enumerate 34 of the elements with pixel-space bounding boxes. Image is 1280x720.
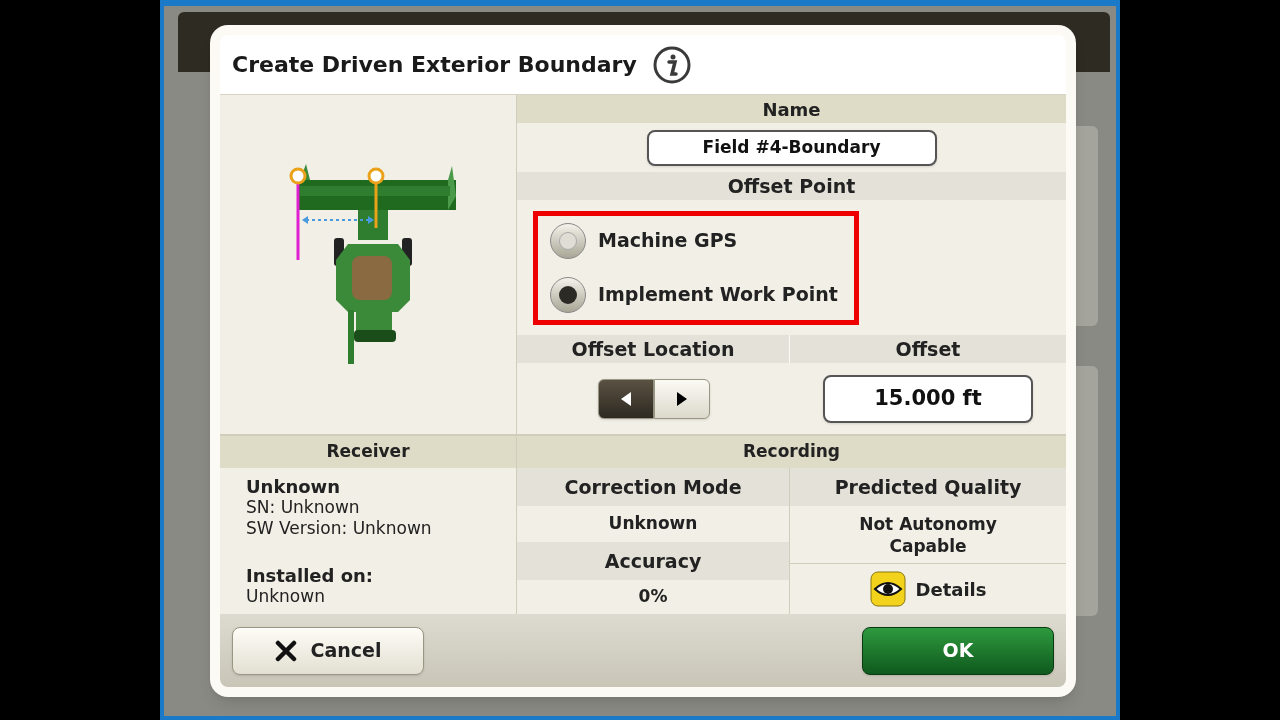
eye-icon	[869, 571, 906, 607]
column-header: Predicted Quality	[790, 468, 1066, 506]
radio-option[interactable]: Implement Work Point	[550, 276, 854, 313]
offset-field[interactable]: 15.000 ft	[823, 374, 1033, 423]
serial-number: SN: Unknown	[246, 497, 361, 518]
right-arrow-icon	[675, 390, 688, 407]
info-icon[interactable]	[652, 45, 691, 84]
column-header: Correction Mode	[517, 468, 789, 506]
cancel-button[interactable]: Cancel	[232, 626, 424, 675]
radio-button[interactable]	[550, 276, 586, 313]
left-arrow-icon	[619, 390, 632, 407]
installed-on-label: Installed on:	[246, 565, 375, 586]
section-header: Name	[517, 95, 1066, 123]
section-header: Recording	[517, 436, 1066, 468]
details-button[interactable]: Details	[869, 571, 987, 607]
section-header: Offset	[790, 335, 1066, 363]
section-header: Offset Point	[517, 172, 1066, 200]
section-header: Offset Location	[517, 335, 790, 363]
ok-button[interactable]: OK	[862, 626, 1054, 675]
installed-on-value: Unknown	[246, 586, 326, 607]
name-field[interactable]: Field #4-Boundary	[646, 129, 937, 166]
radio-option[interactable]: Machine GPS	[550, 222, 854, 259]
software-version: SW Version: Unknown	[246, 518, 433, 539]
section-header: Receiver	[220, 436, 516, 468]
dialog-title: Create Driven Exterior Boundary	[232, 51, 637, 79]
column-header: Accuracy	[517, 542, 789, 580]
move-right-button[interactable]	[653, 378, 710, 419]
radio-button[interactable]	[550, 222, 586, 259]
correction-mode-value: Unknown	[607, 512, 699, 536]
receiver-name: Unknown	[246, 476, 342, 497]
accuracy-value: 0%	[637, 585, 669, 609]
predicted-quality-value: Not Autonomy Capable	[858, 512, 998, 557]
close-icon	[274, 639, 297, 662]
move-left-button[interactable]	[597, 378, 654, 419]
